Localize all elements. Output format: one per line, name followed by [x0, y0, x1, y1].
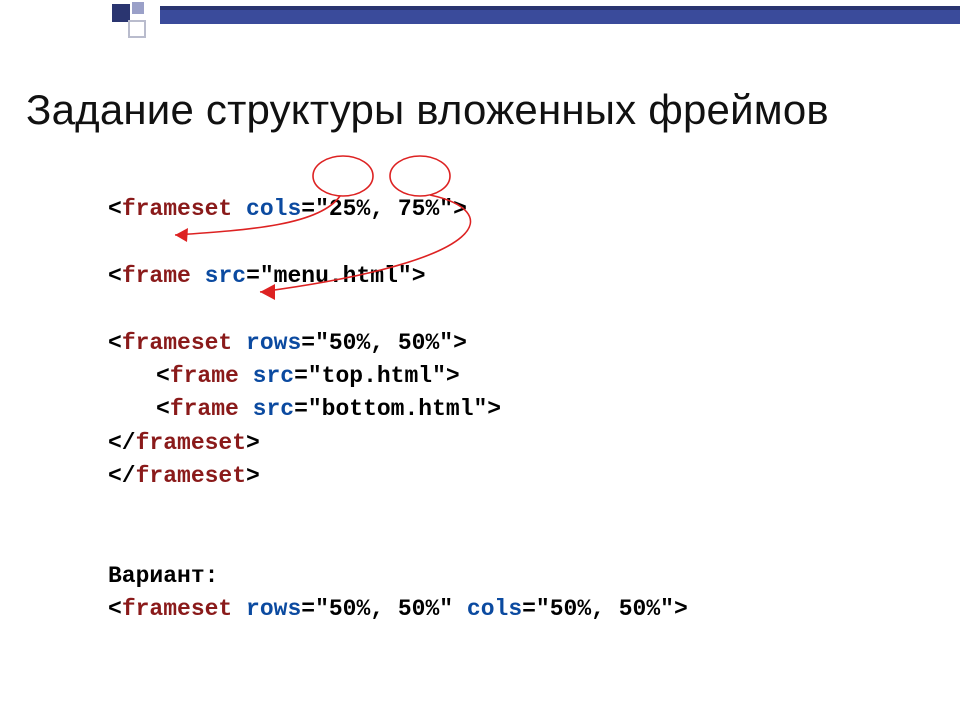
code-line: </frameset>: [108, 463, 260, 489]
header-square-icon: [128, 20, 146, 38]
header-bar: [160, 6, 960, 24]
code-line: <frame src="bottom.html">: [108, 396, 501, 422]
code-line: <frameset rows="50%, 50%" cols="50%, 50%…: [108, 596, 688, 622]
code-block: <frameset cols="25%, 75%"> <frame src="m…: [108, 160, 888, 627]
variant-label: Вариант:: [108, 563, 218, 589]
code-line: <frame src="top.html">: [108, 363, 460, 389]
code-line: <frameset rows="50%, 50%">: [108, 330, 467, 356]
slide: Задание структуры вложенных фреймов <fra…: [0, 0, 960, 720]
header-decoration: [0, 0, 960, 28]
code-line: <frameset cols="25%, 75%">: [108, 196, 467, 222]
header-square-icon: [132, 2, 144, 14]
slide-title: Задание структуры вложенных фреймов: [26, 86, 829, 134]
code-line: </frameset>: [108, 430, 260, 456]
code-line: <frame src="menu.html">: [108, 263, 426, 289]
